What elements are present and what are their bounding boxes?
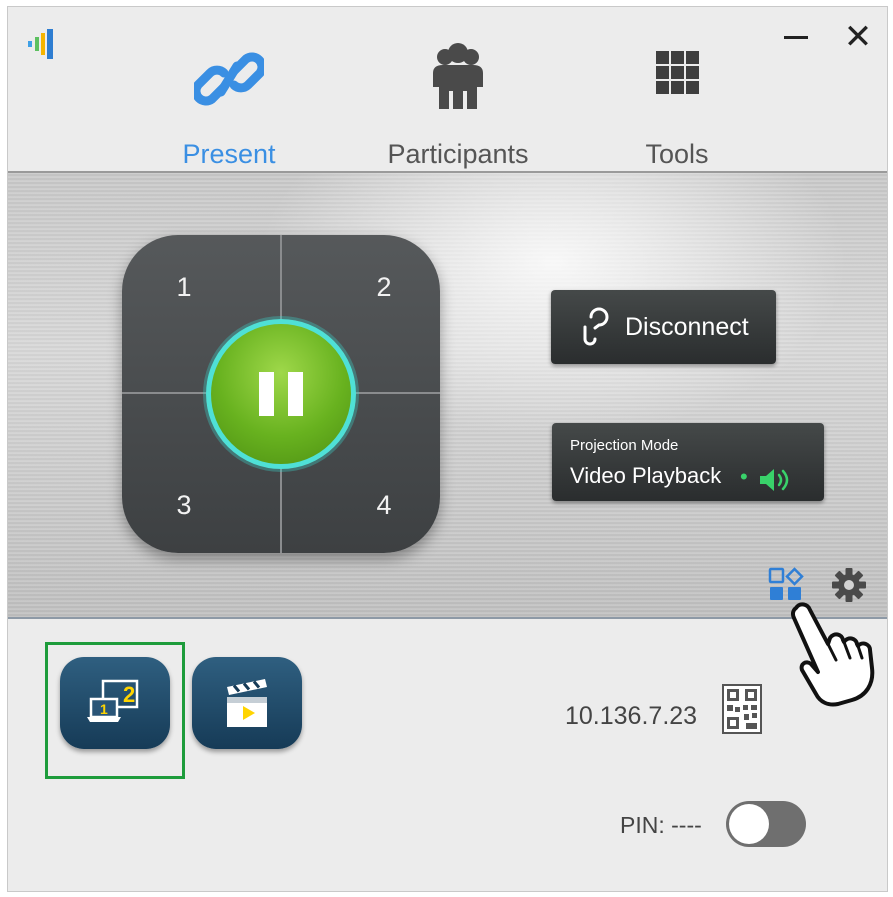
- tab-present[interactable]: Present: [134, 23, 324, 171]
- projection-mode-separator: •: [740, 464, 748, 489]
- tab-participants-label: Participants: [387, 139, 529, 169]
- ip-address: 10.136.7.23: [565, 702, 698, 730]
- split-screen-mode-button[interactable]: 2 1: [60, 657, 170, 749]
- svg-text:1: 1: [100, 701, 108, 717]
- grid-icon: [656, 51, 699, 94]
- pin-toggle-knob: [729, 804, 769, 844]
- people-icon: [433, 43, 483, 109]
- disconnect-label: Disconnect: [625, 312, 749, 341]
- split-screen-pad: 1 2 3 4: [122, 235, 440, 553]
- projection-mode-selector[interactable]: Projection Mode Video Playback •: [552, 423, 824, 501]
- video-playback-mode-button[interactable]: [192, 657, 302, 749]
- quadrant-2-button[interactable]: 2: [344, 257, 424, 317]
- layout-icon[interactable]: [768, 567, 804, 603]
- svg-text:2: 2: [123, 682, 135, 707]
- tab-present-label: Present: [182, 139, 276, 169]
- projection-mode-title: Projection Mode: [570, 437, 679, 454]
- gear-icon[interactable]: [830, 566, 868, 604]
- speaker-icon: [760, 469, 789, 491]
- close-button[interactable]: ✕: [838, 19, 878, 55]
- minimize-icon: [784, 35, 808, 39]
- pin-label: PIN: ----: [620, 812, 702, 838]
- tab-tools-label: Tools: [645, 139, 709, 169]
- tab-participants[interactable]: Participants: [363, 23, 553, 171]
- present-panel: 1 2 3 4 Disconnect Projection Mode Video…: [8, 173, 887, 619]
- pause-icon-bar-right: [288, 372, 303, 416]
- app-logo-icon: [28, 29, 53, 59]
- top-nav: ✕ Present Participants Tools: [8, 7, 887, 173]
- qr-code-icon[interactable]: [722, 681, 762, 737]
- multi-screen-icon: 2 1: [87, 679, 139, 722]
- pin-toggle[interactable]: [726, 801, 806, 847]
- quadrant-3-button[interactable]: 3: [144, 475, 224, 535]
- pause-button[interactable]: [206, 319, 356, 469]
- broken-link-icon: [583, 307, 609, 346]
- tab-tools[interactable]: Tools: [582, 23, 772, 171]
- link-icon: [194, 52, 264, 106]
- minimize-button[interactable]: [776, 19, 816, 55]
- disconnect-button[interactable]: Disconnect: [551, 290, 776, 364]
- quadrant-1-button[interactable]: 1: [144, 257, 224, 317]
- pause-icon-bar-left: [259, 372, 274, 416]
- projection-mode-value: Video Playback: [570, 463, 722, 488]
- quadrant-4-button[interactable]: 4: [344, 475, 424, 535]
- bottom-panel: 2 1 10.136.7.23 PIN: ----: [8, 619, 887, 891]
- app-window: ✕ Present Participants Tools 1 2 3 4 Dis…: [7, 6, 888, 892]
- close-icon: ✕: [843, 18, 873, 56]
- clapperboard-icon: [227, 679, 267, 727]
